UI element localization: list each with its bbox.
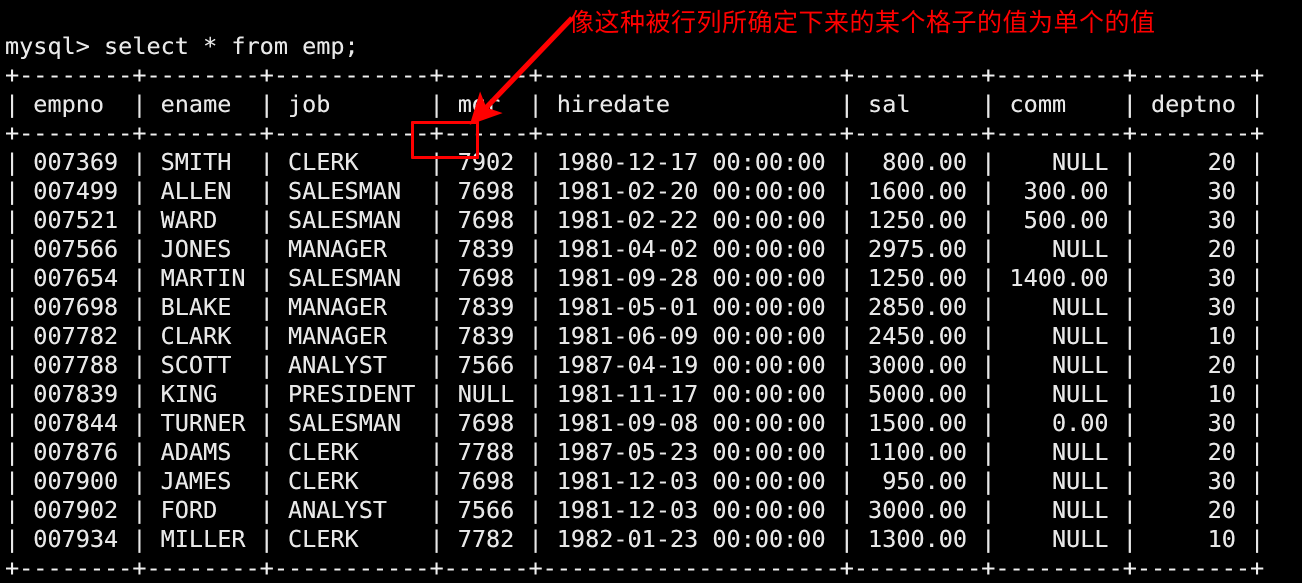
table-row: | 007698 | BLAKE | MANAGER | 7839 | 1981… [5, 292, 1265, 321]
table-row: | 007900 | JAMES | CLERK | 7698 | 1981-1… [5, 466, 1265, 495]
table-row: | 007499 | ALLEN | SALESMAN | 7698 | 198… [5, 176, 1265, 205]
table-header-row: | empno | ename | job | mgr | hiredate |… [5, 89, 1265, 118]
table-row: | 007654 | MARTIN | SALESMAN | 7698 | 19… [5, 263, 1265, 292]
table-row: | 007839 | KING | PRESIDENT | NULL | 198… [5, 379, 1265, 408]
table-row: | 007566 | JONES | MANAGER | 7839 | 1981… [5, 234, 1265, 263]
table-border-header: +--------+--------+-----------+------+--… [5, 118, 1265, 147]
table-row: | 007876 | ADAMS | CLERK | 7788 | 1987-0… [5, 437, 1265, 466]
mysql-console-output: mysql> select * from emp; +--------+-----… [5, 32, 1264, 583]
table-border-top: +--------+--------+-----------+------+--… [5, 60, 1265, 89]
table-row: | 007844 | TURNER | SALESMAN | 7698 | 19… [5, 408, 1265, 437]
terminal-window: mysql> select * from emp; +--------+-----… [0, 0, 1302, 582]
mysql-prompt-line: mysql> select * from emp; [5, 31, 359, 60]
table-row: | 007788 | SCOTT | ANALYST | 7566 | 1987… [5, 350, 1265, 379]
table-row: | 007369 | SMITH | CLERK | 7902 | 1980-1… [5, 147, 1265, 176]
table-row: | 007521 | WARD | SALESMAN | 7698 | 1981… [5, 205, 1265, 234]
table-border-bottom: +--------+--------+-----------+------+--… [5, 553, 1265, 582]
table-row: | 007782 | CLARK | MANAGER | 7839 | 1981… [5, 321, 1265, 350]
table-row: | 007902 | FORD | ANALYST | 7566 | 1981-… [5, 495, 1265, 524]
table-row: | 007934 | MILLER | CLERK | 7782 | 1982-… [5, 524, 1265, 553]
